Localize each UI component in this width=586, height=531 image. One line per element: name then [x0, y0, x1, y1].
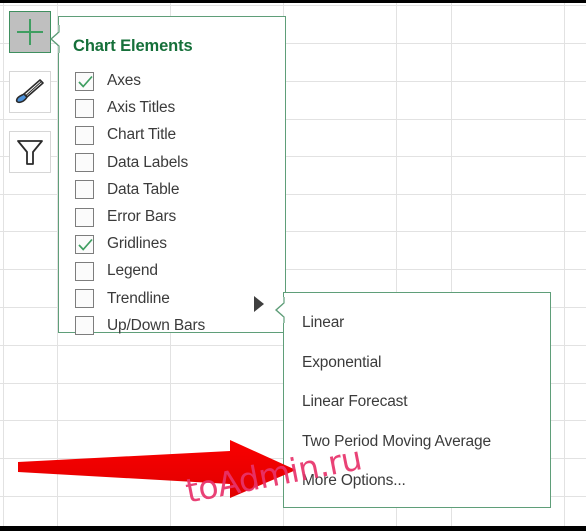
- chart-elements-flyout: Chart Elements Axes Axis Titles Chart Titl…: [58, 16, 286, 336]
- chart-element-row[interactable]: Legend: [75, 259, 158, 283]
- paintbrush-icon: [10, 72, 50, 112]
- checkbox-unchecked[interactable]: [75, 98, 94, 118]
- submenu-callout-notch: [275, 296, 287, 329]
- chart-element-label: Data Table: [107, 180, 180, 198]
- checkbox-unchecked[interactable]: [75, 261, 94, 281]
- chart-element-label: Axis Titles: [107, 99, 176, 117]
- plus-icon: [10, 12, 50, 52]
- chart-element-row[interactable]: Axes: [75, 69, 141, 93]
- chart-element-label: Error Bars: [107, 208, 177, 225]
- check-icon: [78, 238, 93, 251]
- checkbox-unchecked[interactable]: [75, 125, 94, 145]
- checkbox-unchecked[interactable]: [75, 316, 94, 336]
- trendline-option-row[interactable]: Linear: [302, 312, 344, 334]
- bottom-edge-bar: [0, 526, 586, 531]
- chart-filters-button[interactable]: [9, 131, 51, 173]
- trendline-option-label: Linear: [302, 314, 345, 331]
- checkbox-unchecked[interactable]: [75, 207, 94, 227]
- trendline-option-row[interactable]: Linear Forecast: [302, 391, 408, 413]
- chart-styles-button[interactable]: [9, 71, 51, 113]
- trendline-submenu-arrow-icon[interactable]: [252, 295, 266, 318]
- chart-element-label: Data Labels: [107, 153, 189, 171]
- chart-element-row[interactable]: Chart Title: [75, 123, 176, 147]
- chart-element-label: Up/Down Bars: [107, 316, 206, 334]
- chart-element-label: Trendline: [107, 289, 170, 307]
- checkbox-checked[interactable]: [75, 71, 94, 91]
- chart-element-row[interactable]: Data Labels: [75, 151, 188, 175]
- trendline-option-label: Linear Forecast: [302, 393, 408, 410]
- checkbox-unchecked[interactable]: [75, 153, 94, 173]
- check-icon: [78, 75, 93, 88]
- chart-elements-title: Chart Elements: [73, 37, 193, 55]
- trendline-option-label: Exponential: [302, 353, 382, 371]
- checkbox-unchecked[interactable]: [75, 289, 94, 309]
- checkbox-checked[interactable]: [75, 234, 94, 254]
- checkbox-unchecked[interactable]: [75, 180, 94, 200]
- chart-element-row[interactable]: Data Table: [75, 178, 179, 202]
- chart-element-label: Gridlines: [107, 235, 167, 253]
- screenshot-root: Chart Elements Axes Axis Titles Chart Titl…: [0, 0, 586, 531]
- chart-element-row[interactable]: Error Bars: [75, 205, 176, 229]
- flyout-callout-notch: [50, 24, 62, 59]
- chart-element-label: Chart Title: [107, 126, 176, 144]
- chart-element-row[interactable]: Up/Down Bars: [75, 314, 205, 338]
- chart-element-row[interactable]: Gridlines: [75, 232, 167, 256]
- chart-element-label: Axes: [107, 72, 141, 89]
- chart-element-row[interactable]: Axis Titles: [75, 96, 175, 120]
- funnel-icon: [10, 132, 50, 172]
- chart-element-label: Legend: [107, 262, 158, 280]
- trendline-option-row[interactable]: Exponential: [302, 352, 382, 374]
- chart-elements-button[interactable]: [9, 11, 51, 53]
- chart-element-row[interactable]: Trendline: [75, 287, 170, 311]
- top-edge-bar: [0, 0, 586, 3]
